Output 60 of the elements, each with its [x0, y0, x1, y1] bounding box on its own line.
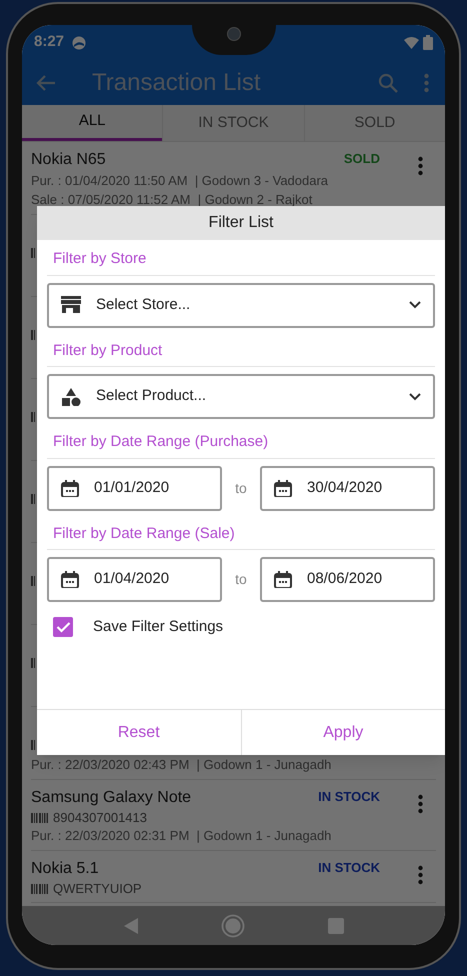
store-icon [61, 296, 81, 314]
select-dropdown[interactable]: Select Store... [47, 282, 435, 328]
date-field[interactable]: 30/04/2020 [260, 466, 435, 510]
check-icon [56, 621, 70, 634]
section-label: Filter by Date Range (Sale) [52, 524, 235, 544]
search-icon[interactable] [378, 72, 398, 92]
notification-icon [72, 36, 86, 50]
transaction-detail: Pur. : 01/04/2020 11:50 AM | Godown 3 - Vadodara [31, 172, 328, 190]
barcode-icon [31, 740, 36, 750]
range-separator: to [234, 570, 248, 589]
section-label: Filter by Store [52, 249, 146, 269]
checkbox[interactable] [53, 617, 73, 638]
barcode-icon [31, 494, 36, 504]
dialog-title: Filter List [37, 206, 445, 240]
transaction-detail: Pur. : 22/03/2020 02:31 PM | Godown 1 - Junagadh [31, 827, 332, 845]
nav-recents-icon[interactable] [328, 918, 344, 934]
dialog-button[interactable]: Reset [37, 710, 240, 755]
chevron-down-icon [409, 301, 421, 309]
barcode-number: QWERTYUIOP [53, 880, 142, 898]
date-field[interactable]: 01/04/2020 [47, 557, 222, 602]
barcode-icon [31, 576, 36, 586]
calendar-icon [274, 480, 292, 496]
calendar-icon [274, 571, 292, 588]
product-name: Nokia 5.1 [31, 859, 99, 879]
barcode-icon [31, 812, 48, 822]
barcode-icon [31, 330, 36, 340]
nav-home-icon[interactable] [220, 914, 244, 938]
nav-back-icon[interactable] [124, 918, 138, 934]
barcode-icon [31, 412, 36, 422]
calendar-icon [61, 480, 79, 496]
select-dropdown[interactable]: Select Product... [47, 374, 435, 419]
back-arrow-icon[interactable] [36, 74, 56, 92]
wifi-icon [404, 36, 419, 48]
checkbox-label: Save Filter Settings [93, 617, 224, 637]
section-label: Filter by Product [52, 340, 162, 360]
barcode-icon [31, 658, 36, 668]
status-label: IN STOCK [318, 859, 380, 877]
battery-icon [423, 35, 433, 50]
date-field[interactable]: 08/06/2020 [260, 557, 435, 602]
product-name: Nokia N65 [31, 150, 106, 170]
calendar-icon [61, 571, 79, 588]
section-label: Filter by Date Range (Purchase) [52, 432, 268, 452]
status-label: SOLD [344, 150, 380, 168]
more-options-icon[interactable] [424, 72, 429, 92]
shapes-icon [61, 388, 81, 406]
dialog-button[interactable]: Apply [240, 710, 445, 755]
screen-title: Transaction List [92, 68, 261, 98]
more-options-icon [418, 156, 423, 176]
chevron-down-icon [409, 392, 421, 400]
more-options-icon [418, 794, 423, 814]
barcode-icon [31, 884, 48, 894]
more-options-icon [418, 865, 423, 885]
transaction-detail: Pur. : 22/03/2020 02:43 PM | Godown 1 - Junagadh [31, 756, 332, 774]
barcode-number: 8904307001413 [53, 808, 147, 827]
product-name: Samsung Galaxy Note [31, 788, 192, 808]
status-time: 8:27 [34, 32, 64, 52]
status-label: IN STOCK [318, 788, 380, 806]
date-field[interactable]: 01/01/2020 [47, 466, 222, 510]
barcode-icon [31, 248, 36, 258]
range-separator: to [234, 478, 248, 498]
